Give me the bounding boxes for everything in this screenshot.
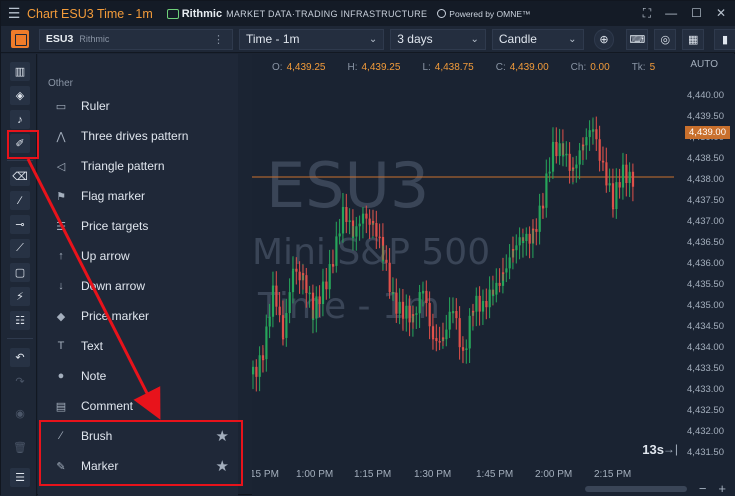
annotation-arrow <box>26 158 161 420</box>
chart-window: ☰ Chart ESU3 Time - 1m Rithmic MARKET DA… <box>0 0 735 496</box>
